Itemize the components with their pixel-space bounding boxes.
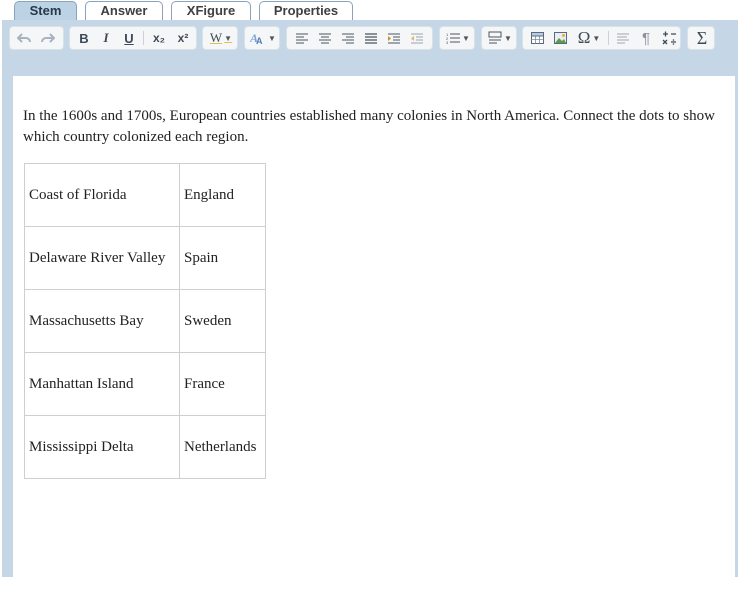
region-cell[interactable]: Delaware River Valley <box>24 226 180 290</box>
tab-properties[interactable]: Properties <box>259 1 353 20</box>
region-cell[interactable]: Coast of Florida <box>24 163 180 227</box>
table-icon[interactable] <box>526 27 548 49</box>
align-left-icon[interactable] <box>291 27 313 49</box>
sigma-icon[interactable]: Σ <box>690 27 714 49</box>
paragraph-format-icon[interactable] <box>612 27 634 49</box>
country-cell[interactable]: Netherlands <box>179 415 266 479</box>
svg-text:3: 3 <box>446 40 449 45</box>
subscript-icon[interactable]: x₂ <box>147 27 171 49</box>
math-operators-icon[interactable] <box>658 27 680 49</box>
tab-xfigure[interactable]: XFigure <box>171 1 251 20</box>
bold-icon[interactable]: B <box>73 27 95 49</box>
region-cell[interactable]: Massachusetts Bay <box>24 289 180 353</box>
block-format-icon[interactable]: ▼ <box>484 27 516 49</box>
region-cell[interactable]: Mississippi Delta <box>24 415 180 479</box>
undo-icon[interactable] <box>13 27 35 49</box>
align-center-icon[interactable] <box>314 27 336 49</box>
equation-group: Σ <box>687 26 715 50</box>
align-right-icon[interactable] <box>337 27 359 49</box>
numbered-list-icon[interactable]: 123 ▼ <box>442 27 474 49</box>
editor-toolbar: B I U x₂ x² W ▼ AA ▼ 1 2 3 ▼ ▼ Ω ▼ ¶ Σ <box>2 20 738 56</box>
underline-icon[interactable]: U <box>117 27 141 49</box>
country-cell[interactable]: France <box>179 352 266 416</box>
pilcrow-icon[interactable]: ¶ <box>635 27 657 49</box>
indent-icon[interactable] <box>383 27 405 49</box>
insert-group: Ω ▼ ¶ <box>522 26 681 50</box>
text-style-icon[interactable]: AA ▼ <box>247 27 279 49</box>
editor-frame: B I U x₂ x² W ▼ AA ▼ 1 2 3 ▼ ▼ Ω ▼ ¶ Σ I… <box>2 20 738 591</box>
justify-icon[interactable] <box>360 27 382 49</box>
block-format-group: ▼ <box>481 26 517 50</box>
table-row: Delaware River Valley Spain <box>24 226 266 290</box>
outdent-icon[interactable] <box>406 27 428 49</box>
tab-stem[interactable]: Stem <box>14 1 77 20</box>
superscript-icon[interactable]: x² <box>171 27 195 49</box>
table-row: Manhattan Island France <box>24 352 266 416</box>
editor-content[interactable]: In the 1600s and 1700s, European countri… <box>13 76 735 591</box>
word-format-group: W ▼ <box>202 26 238 50</box>
word-format-icon[interactable]: W ▼ <box>205 27 237 49</box>
tab-bar: Stem Answer XFigure Properties <box>0 0 738 20</box>
table-row: Massachusetts Bay Sweden <box>24 289 266 353</box>
toolbar-separator <box>143 31 144 45</box>
country-cell[interactable]: England <box>179 163 266 227</box>
alignment-group <box>286 26 433 50</box>
tab-answer[interactable]: Answer <box>85 1 163 20</box>
image-icon[interactable] <box>549 27 571 49</box>
stem-text: In the 1600s and 1700s, European countri… <box>23 108 715 145</box>
svg-text:A: A <box>256 36 263 45</box>
toolbar-separator <box>608 31 609 45</box>
text-format-group: B I U x₂ x² <box>69 26 197 50</box>
country-cell[interactable]: Sweden <box>179 289 266 353</box>
region-cell[interactable]: Manhattan Island <box>24 352 180 416</box>
table-row: Mississippi Delta Netherlands <box>24 415 266 479</box>
table-row: Coast of Florida England <box>24 163 266 227</box>
redo-icon[interactable] <box>37 27 59 49</box>
text-style-group: AA ▼ <box>244 26 280 50</box>
country-cell[interactable]: Spain <box>179 226 266 290</box>
list-group: 123 ▼ <box>439 26 475 50</box>
omega-icon[interactable]: Ω ▼ <box>573 27 605 49</box>
italic-icon[interactable]: I <box>95 27 117 49</box>
history-group <box>9 26 64 50</box>
matching-table: Coast of Florida England Delaware River Va… <box>24 163 266 479</box>
